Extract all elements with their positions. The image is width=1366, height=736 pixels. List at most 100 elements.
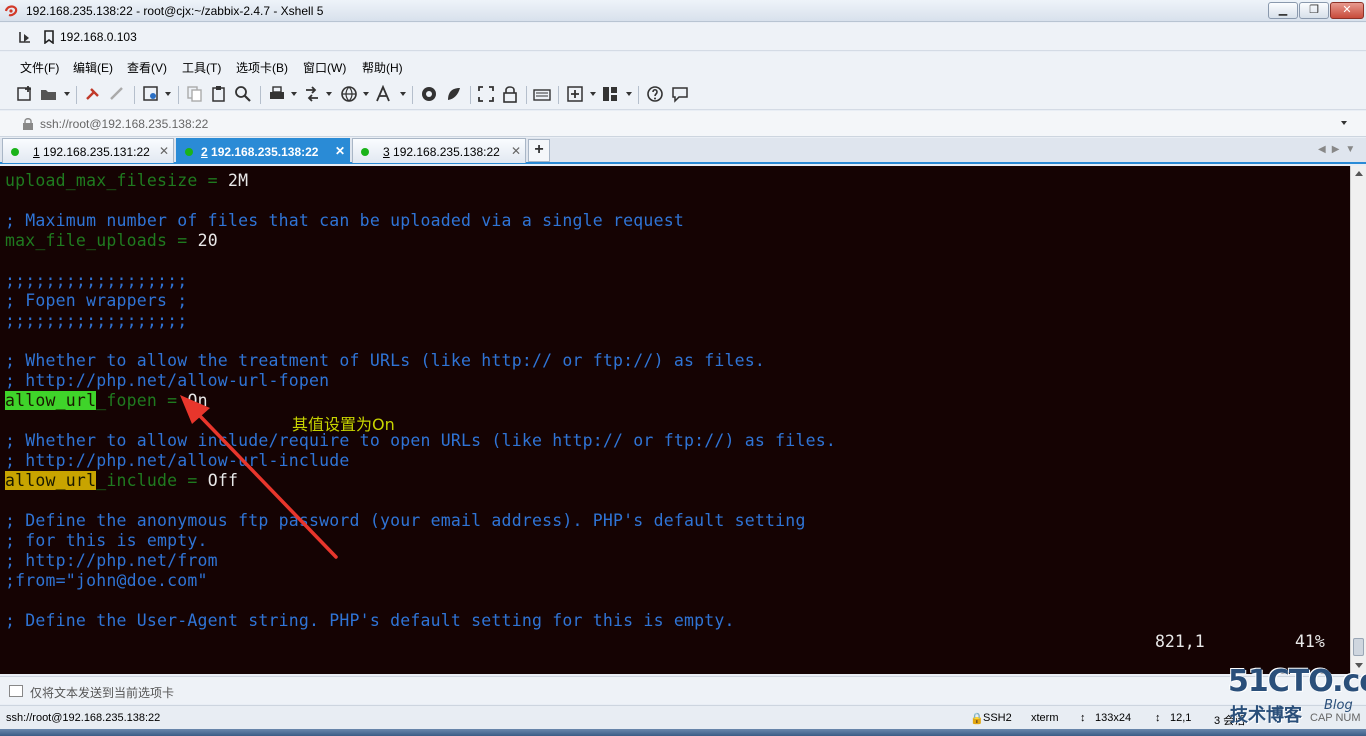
scroll-up-icon[interactable] <box>1355 171 1363 176</box>
status-connection: ssh://root@192.168.235.138:22 <box>6 712 161 724</box>
title-bar[interactable]: 192.168.235.138:22 - root@cjx:~/zabbix-2… <box>0 0 1366 22</box>
close-tab-icon[interactable]: ✕ <box>335 144 345 158</box>
config-comment: ; Whether to allow the treatment of URLs… <box>5 351 766 370</box>
menu-tabs[interactable]: 选项卡(B) <box>236 59 288 76</box>
properties-icon[interactable] <box>142 85 162 105</box>
address-url[interactable]: ssh://root@192.168.235.138:22 <box>40 117 208 131</box>
tab-number: 1 <box>33 145 40 159</box>
config-comment: ; Fopen wrappers ; <box>5 291 188 310</box>
terminal-line: allow_url_fopen = On <box>5 391 208 411</box>
toolbar-separator <box>76 86 77 104</box>
font-icon[interactable] <box>374 84 394 105</box>
open-folder-icon[interactable] <box>40 85 60 105</box>
config-equals: = <box>197 171 228 190</box>
reconnect-icon[interactable] <box>84 85 104 105</box>
transfer-dropdown-icon[interactable] <box>326 92 332 96</box>
toolbar-separator <box>134 86 135 104</box>
tab-bar: 1 192.168.235.131:22 ✕ 2 192.168.235.138… <box>0 138 1366 164</box>
connected-status-icon <box>11 148 19 156</box>
menu-file[interactable]: 文件(F) <box>20 59 59 76</box>
terminal-line: ; http://php.net/allow-url-include <box>5 451 350 471</box>
terminal-line: ; Whether to allow include/require to op… <box>5 431 836 451</box>
config-comment: ;;;;;;;;;;;;;;;;;; <box>5 311 188 330</box>
properties-dropdown-icon[interactable] <box>165 92 171 96</box>
print-icon[interactable] <box>268 85 288 105</box>
terminal-screen[interactable]: upload_max_filesize = 2M ; Maximum number… <box>0 166 1350 674</box>
new-tab-icon[interactable] <box>566 85 586 105</box>
config-value: 20 <box>197 231 218 250</box>
paste-icon[interactable] <box>210 85 230 105</box>
minimize-button[interactable]: ▁ <box>1268 2 1298 19</box>
session-bar: 192.168.0.103 <box>0 23 1366 51</box>
toolbar-separator <box>412 86 413 104</box>
address-lock-icon <box>23 118 33 130</box>
tab-session-1[interactable]: 1 192.168.235.131:22 ✕ <box>2 138 174 163</box>
status-lock-icon: 🔒 <box>970 713 984 725</box>
config-comment: ; Maximum number of files that can be up… <box>5 211 684 230</box>
toolbar <box>0 80 1366 110</box>
help-icon[interactable] <box>646 85 666 105</box>
close-tab-icon[interactable]: ✕ <box>511 144 521 158</box>
script-icon[interactable] <box>420 85 440 105</box>
maximize-button[interactable]: ❐ <box>1299 2 1329 19</box>
xftp-icon[interactable] <box>445 85 465 105</box>
print-dropdown-icon[interactable] <box>291 92 297 96</box>
menu-help[interactable]: 帮助(H) <box>362 59 403 76</box>
session-address[interactable]: 192.168.0.103 <box>60 30 137 44</box>
keyboard-icon[interactable] <box>533 85 553 105</box>
terminal-line: ; Define the anonymous ftp password (you… <box>5 511 806 531</box>
tab-scroll-arrows-icon[interactable]: ◀▶▼ <box>1318 144 1361 155</box>
tab-label: 192.168.235.131:22 <box>43 145 150 159</box>
transfer-icon[interactable] <box>303 85 323 105</box>
terminal-scrollbar[interactable] <box>1350 166 1366 674</box>
font-dropdown-icon[interactable] <box>400 92 406 96</box>
chat-icon[interactable] <box>671 85 691 105</box>
tab-session-2[interactable]: 2 192.168.235.138:22 ✕ <box>176 138 350 163</box>
session-arrow-icon[interactable] <box>18 30 32 44</box>
fullscreen-icon[interactable] <box>477 85 497 105</box>
find-icon[interactable] <box>234 85 254 105</box>
config-comment: ; http://php.net/allow-url-fopen <box>5 371 330 390</box>
compose-icon[interactable] <box>9 685 23 697</box>
config-comment: ; http://php.net/from <box>5 551 218 570</box>
address-dropdown-icon[interactable] <box>1341 121 1347 125</box>
menu-edit[interactable]: 编辑(E) <box>73 59 113 76</box>
config-comment: ; Define the anonymous ftp password (you… <box>5 511 806 530</box>
disconnect-icon[interactable] <box>108 85 128 105</box>
menu-tools[interactable]: 工具(T) <box>182 59 221 76</box>
config-value: 2M <box>227 171 249 190</box>
toolbar-separator <box>178 86 179 104</box>
terminal-line: ; Define the User-Agent string. PHP's de… <box>5 611 735 631</box>
layout-dropdown-icon[interactable] <box>626 92 632 96</box>
close-button[interactable]: ✕ <box>1330 2 1364 19</box>
config-comment: ; Define the User-Agent string. PHP's de… <box>5 611 735 630</box>
menu-view[interactable]: 查看(V) <box>127 59 167 76</box>
address-bar[interactable]: ssh://root@192.168.235.138:22 <box>0 111 1366 137</box>
bookmark-icon[interactable] <box>42 30 56 44</box>
new-tab-dropdown-icon[interactable] <box>590 92 596 96</box>
xshell-logo-icon <box>4 5 18 17</box>
globe-icon[interactable] <box>340 85 360 105</box>
tab-session-3[interactable]: 3 192.168.235.138:22 ✕ <box>352 138 526 163</box>
connected-status-icon <box>361 148 369 156</box>
close-tab-icon[interactable]: ✕ <box>159 144 169 158</box>
tab-label: 192.168.235.138:22 <box>211 145 319 159</box>
add-tab-button[interactable]: + <box>528 139 550 162</box>
new-session-icon[interactable] <box>16 85 36 105</box>
tab-number: 2 <box>201 145 208 159</box>
annotation-text: 其值设置为On <box>292 415 395 434</box>
copy-icon[interactable] <box>186 85 206 105</box>
toolbar-separator <box>470 86 471 104</box>
watermark: 51CTO.com 技术博客 Blog <box>1228 664 1366 728</box>
globe-dropdown-icon[interactable] <box>363 92 369 96</box>
scroll-thumb[interactable] <box>1353 638 1364 656</box>
menu-window[interactable]: 窗口(W) <box>303 59 346 76</box>
layout-icon[interactable] <box>601 85 621 105</box>
status-terminal-type: xterm <box>1031 712 1059 724</box>
open-dropdown-icon[interactable] <box>64 92 70 96</box>
config-comment: ; for this is empty. <box>5 531 208 550</box>
terminal-line: ; http://php.net/allow-url-fopen <box>5 371 329 391</box>
lock-icon[interactable] <box>501 85 521 105</box>
config-value: Off <box>207 471 239 490</box>
compose-bar[interactable]: 仅将文本发送到当前选项卡 <box>0 676 1366 704</box>
